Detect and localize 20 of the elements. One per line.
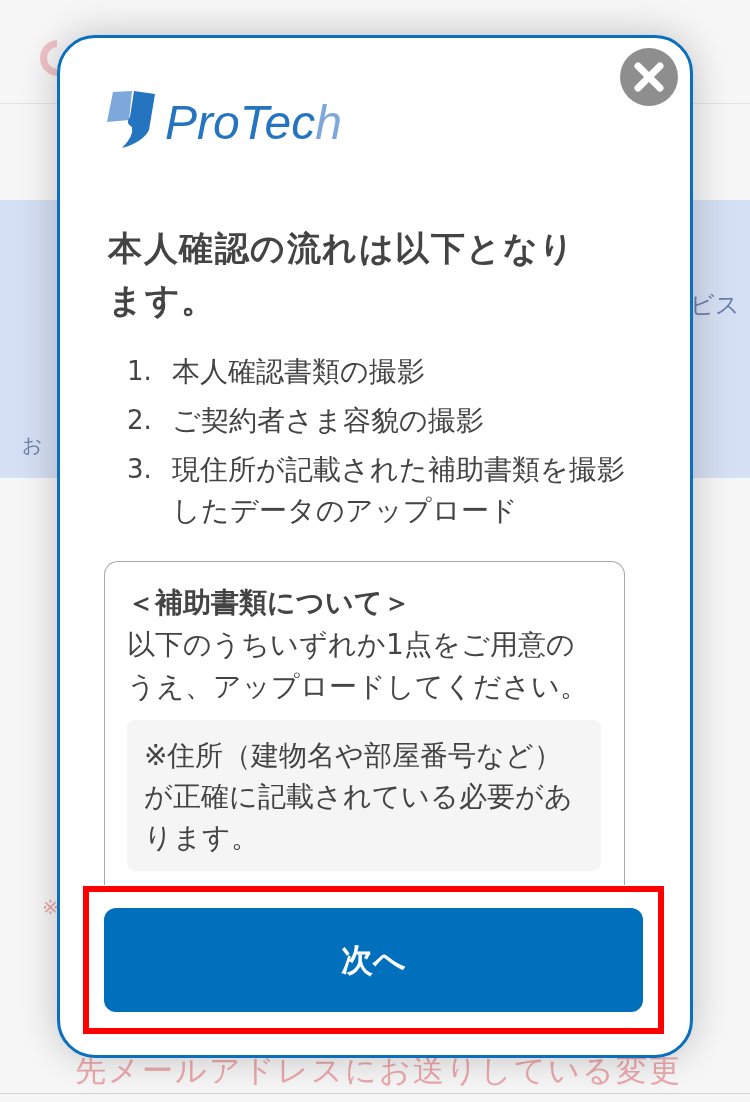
step-number: 2. xyxy=(127,404,153,437)
logo-text: ProTech xyxy=(165,99,342,147)
next-button[interactable]: 次へ xyxy=(104,908,643,1012)
note-mark: ※ xyxy=(42,895,59,919)
step-number: 1. xyxy=(127,355,153,388)
banner-text: お xyxy=(22,432,42,459)
background-text: 先メールアドレスにお送りしている変更 xyxy=(75,1051,682,1090)
logo-icon xyxy=(107,90,155,148)
ring-icon xyxy=(40,40,57,76)
notice-heading: ＜補助書類について＞ xyxy=(127,585,412,621)
banner-text: ビス xyxy=(690,290,740,320)
step-number: 3. xyxy=(127,453,153,486)
step-text: ご契約者さま容貌の撮影 xyxy=(172,403,485,439)
dialog-title: 本人確認の流れは以下となります。 xyxy=(108,227,577,322)
step-text: 現住所が記載された補助書類を撮影したデータのアップロード xyxy=(172,452,625,529)
notice-text: 以下のうちいずれか1点をご用意のうえ、アップロードしてください。 xyxy=(127,627,589,705)
close-button[interactable] xyxy=(620,48,678,106)
close-icon xyxy=(634,62,664,92)
step-text: 本人確認書類の撮影 xyxy=(172,354,426,390)
note-text: ※住所（建物名や部屋番号など）が正確に記載されている必要があります。 xyxy=(144,738,574,856)
